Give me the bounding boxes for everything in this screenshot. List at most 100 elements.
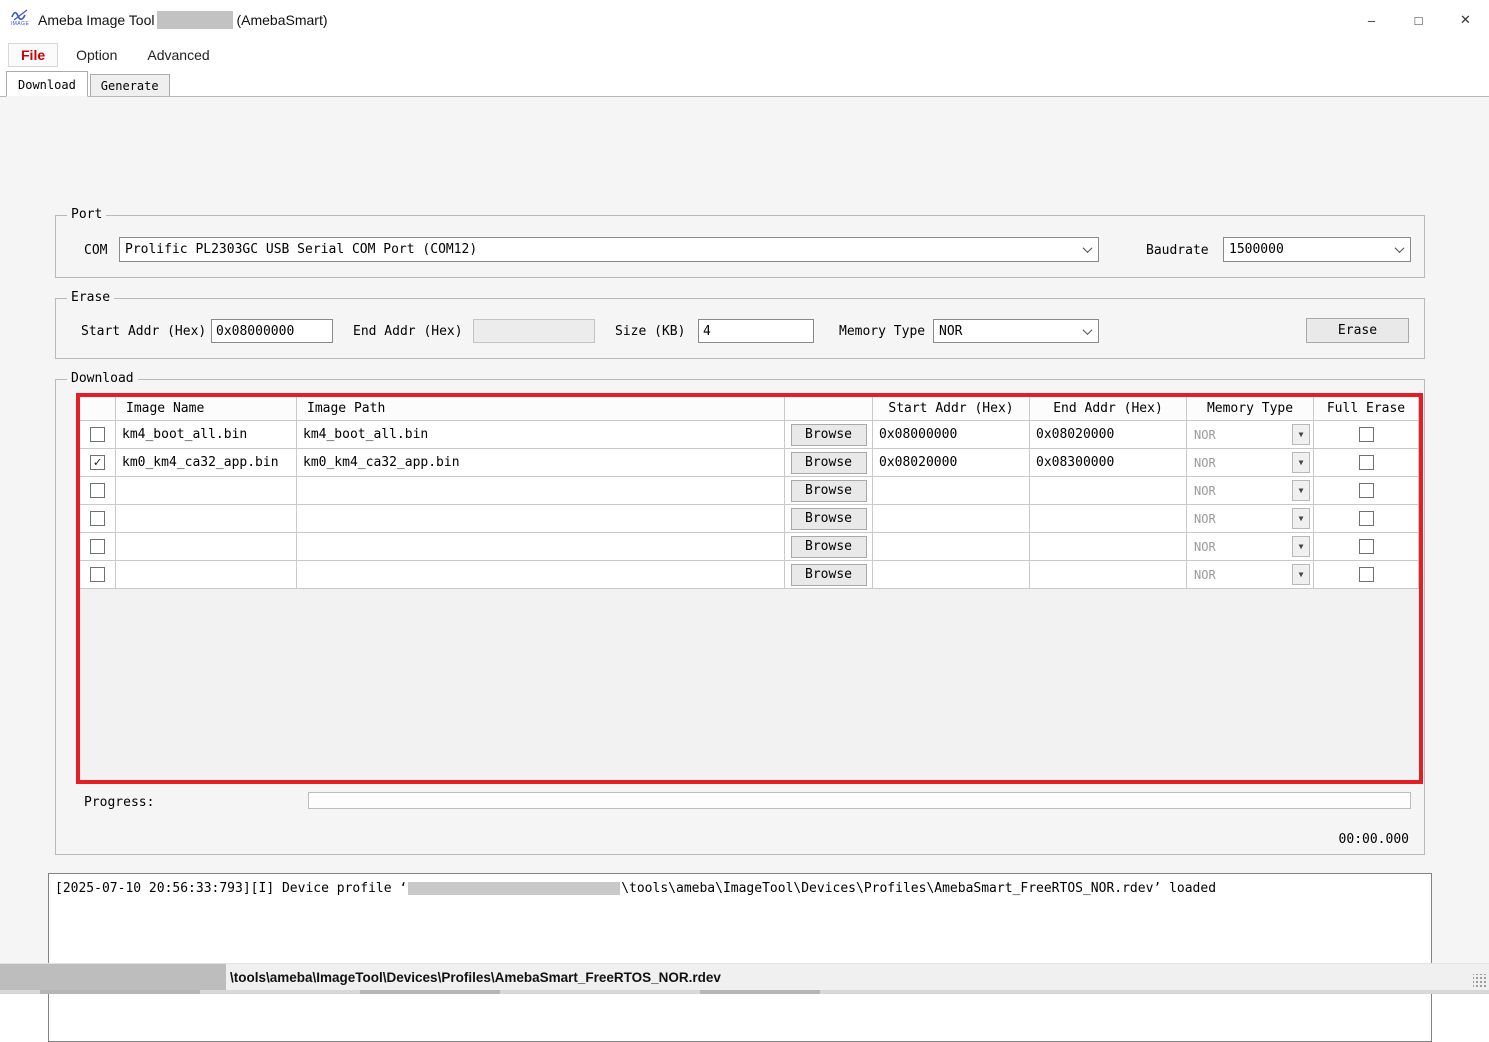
- tab-generate[interactable]: Generate: [90, 74, 170, 97]
- erase-end-addr-label: End Addr (Hex): [353, 324, 463, 339]
- header-start-addr: Start Addr (Hex): [873, 397, 1030, 421]
- chevron-down-icon[interactable]: ▼: [1292, 452, 1310, 473]
- header-browse: [785, 397, 873, 421]
- image-path-cell[interactable]: [297, 505, 785, 533]
- window-title-suffix: (AmebaSmart): [236, 12, 327, 28]
- image-path-cell[interactable]: [297, 533, 785, 561]
- full-erase-checkbox[interactable]: [1359, 539, 1374, 554]
- header-memory-type: Memory Type: [1187, 397, 1314, 421]
- progress-label: Progress:: [84, 795, 154, 810]
- row-select-checkbox[interactable]: ✓: [90, 455, 105, 470]
- log-line-suffix: \tools\ameba\ImageTool\Devices\Profiles\…: [621, 881, 1216, 896]
- start-addr-cell[interactable]: [873, 505, 1030, 533]
- log-output[interactable]: [2025-07-10 20:56:33:793][I] Device prof…: [48, 873, 1432, 1042]
- end-addr-cell[interactable]: [1030, 561, 1187, 589]
- erase-size-input[interactable]: [698, 319, 814, 343]
- erase-button[interactable]: Erase: [1306, 318, 1409, 343]
- com-port-dropdown[interactable]: Prolific PL2303GC USB Serial COM Port (C…: [119, 237, 1099, 262]
- background-window-sliver: [0, 990, 1489, 994]
- row-select-checkbox[interactable]: [90, 567, 105, 582]
- row-select-checkbox[interactable]: [90, 427, 105, 442]
- com-port-value: Prolific PL2303GC USB Serial COM Port (C…: [120, 242, 1076, 257]
- image-path-cell[interactable]: km4_boot_all.bin: [297, 421, 785, 449]
- erase-memory-type-label: Memory Type: [839, 324, 925, 339]
- image-path-cell[interactable]: km0_km4_ca32_app.bin: [297, 449, 785, 477]
- table-row: ✓ km0_km4_ca32_app.bin km0_km4_ca32_app.…: [80, 449, 1419, 477]
- full-erase-checkbox[interactable]: [1359, 427, 1374, 442]
- end-addr-cell[interactable]: [1030, 533, 1187, 561]
- chevron-down-icon[interactable]: ▼: [1292, 508, 1310, 529]
- full-erase-checkbox[interactable]: [1359, 455, 1374, 470]
- memory-type-dropdown[interactable]: NOR▼: [1190, 564, 1310, 585]
- redaction-block: [408, 882, 620, 895]
- start-addr-cell[interactable]: 0x08000000: [873, 421, 1030, 449]
- baudrate-dropdown[interactable]: 1500000: [1223, 237, 1411, 262]
- table-row: Browse NOR▼: [80, 561, 1419, 589]
- header-select: [80, 397, 116, 421]
- memory-type-dropdown[interactable]: NOR▼: [1190, 452, 1310, 473]
- table-header-row: Image Name Image Path Start Addr (Hex) E…: [80, 397, 1419, 421]
- menu-file[interactable]: File: [8, 43, 58, 67]
- erase-memory-type-value: NOR: [934, 324, 1076, 339]
- tab-download[interactable]: Download: [6, 71, 88, 97]
- erase-start-addr-input[interactable]: [211, 319, 333, 343]
- start-addr-cell[interactable]: 0x08020000: [873, 449, 1030, 477]
- menu-advanced[interactable]: Advanced: [135, 44, 221, 66]
- chevron-down-icon: [1076, 328, 1098, 335]
- end-addr-cell[interactable]: 0x08020000: [1030, 421, 1187, 449]
- chevron-down-icon[interactable]: ▼: [1292, 564, 1310, 585]
- com-label: COM: [84, 243, 107, 258]
- end-addr-cell[interactable]: [1030, 477, 1187, 505]
- minimize-button[interactable]: –: [1348, 0, 1395, 40]
- image-name-cell[interactable]: [116, 505, 297, 533]
- image-name-cell[interactable]: [116, 561, 297, 589]
- image-name-cell[interactable]: [116, 533, 297, 561]
- menu-bar: File Option Advanced: [0, 40, 1489, 70]
- close-button[interactable]: ✕: [1442, 0, 1489, 40]
- memory-type-dropdown[interactable]: NOR▼: [1190, 480, 1310, 501]
- memory-type-dropdown[interactable]: NOR▼: [1190, 536, 1310, 557]
- full-erase-checkbox[interactable]: [1359, 483, 1374, 498]
- download-page: Port COM Prolific PL2303GC USB Serial CO…: [0, 96, 1489, 963]
- header-image-path: Image Path: [297, 397, 785, 421]
- row-select-checkbox[interactable]: [90, 483, 105, 498]
- resize-grip-icon[interactable]: [1473, 974, 1487, 988]
- chevron-down-icon[interactable]: ▼: [1292, 536, 1310, 557]
- image-name-cell[interactable]: [116, 477, 297, 505]
- table-empty-area: [80, 589, 1419, 780]
- memory-type-dropdown[interactable]: NOR▼: [1190, 508, 1310, 529]
- memory-type-dropdown[interactable]: NOR▼: [1190, 424, 1310, 445]
- end-addr-cell[interactable]: [1030, 505, 1187, 533]
- start-addr-cell[interactable]: [873, 561, 1030, 589]
- download-legend: Download: [67, 371, 138, 386]
- full-erase-checkbox[interactable]: [1359, 567, 1374, 582]
- browse-button[interactable]: Browse: [791, 424, 867, 446]
- browse-button[interactable]: Browse: [791, 536, 867, 558]
- erase-memory-type-dropdown[interactable]: NOR: [933, 319, 1099, 343]
- window-title: Ameba Image Tool: [38, 12, 154, 28]
- full-erase-checkbox[interactable]: [1359, 511, 1374, 526]
- end-addr-cell[interactable]: 0x08300000: [1030, 449, 1187, 477]
- maximize-button[interactable]: □: [1395, 0, 1442, 40]
- browse-button[interactable]: Browse: [791, 508, 867, 530]
- tab-strip: Download Generate: [0, 70, 1489, 96]
- app-icon: IMAGE: [8, 7, 32, 33]
- image-name-cell[interactable]: km4_boot_all.bin: [116, 421, 297, 449]
- browse-button[interactable]: Browse: [791, 564, 867, 586]
- chevron-down-icon: [1076, 246, 1098, 253]
- image-name-cell[interactable]: km0_km4_ca32_app.bin: [116, 449, 297, 477]
- image-path-cell[interactable]: [297, 477, 785, 505]
- image-path-cell[interactable]: [297, 561, 785, 589]
- start-addr-cell[interactable]: [873, 533, 1030, 561]
- erase-legend: Erase: [67, 290, 114, 305]
- row-select-checkbox[interactable]: [90, 511, 105, 526]
- erase-end-addr-input: [473, 319, 595, 343]
- chevron-down-icon[interactable]: ▼: [1292, 480, 1310, 501]
- menu-option[interactable]: Option: [64, 44, 129, 66]
- browse-button[interactable]: Browse: [791, 480, 867, 502]
- port-legend: Port: [67, 207, 106, 222]
- browse-button[interactable]: Browse: [791, 452, 867, 474]
- chevron-down-icon[interactable]: ▼: [1292, 424, 1310, 445]
- start-addr-cell[interactable]: [873, 477, 1030, 505]
- row-select-checkbox[interactable]: [90, 539, 105, 554]
